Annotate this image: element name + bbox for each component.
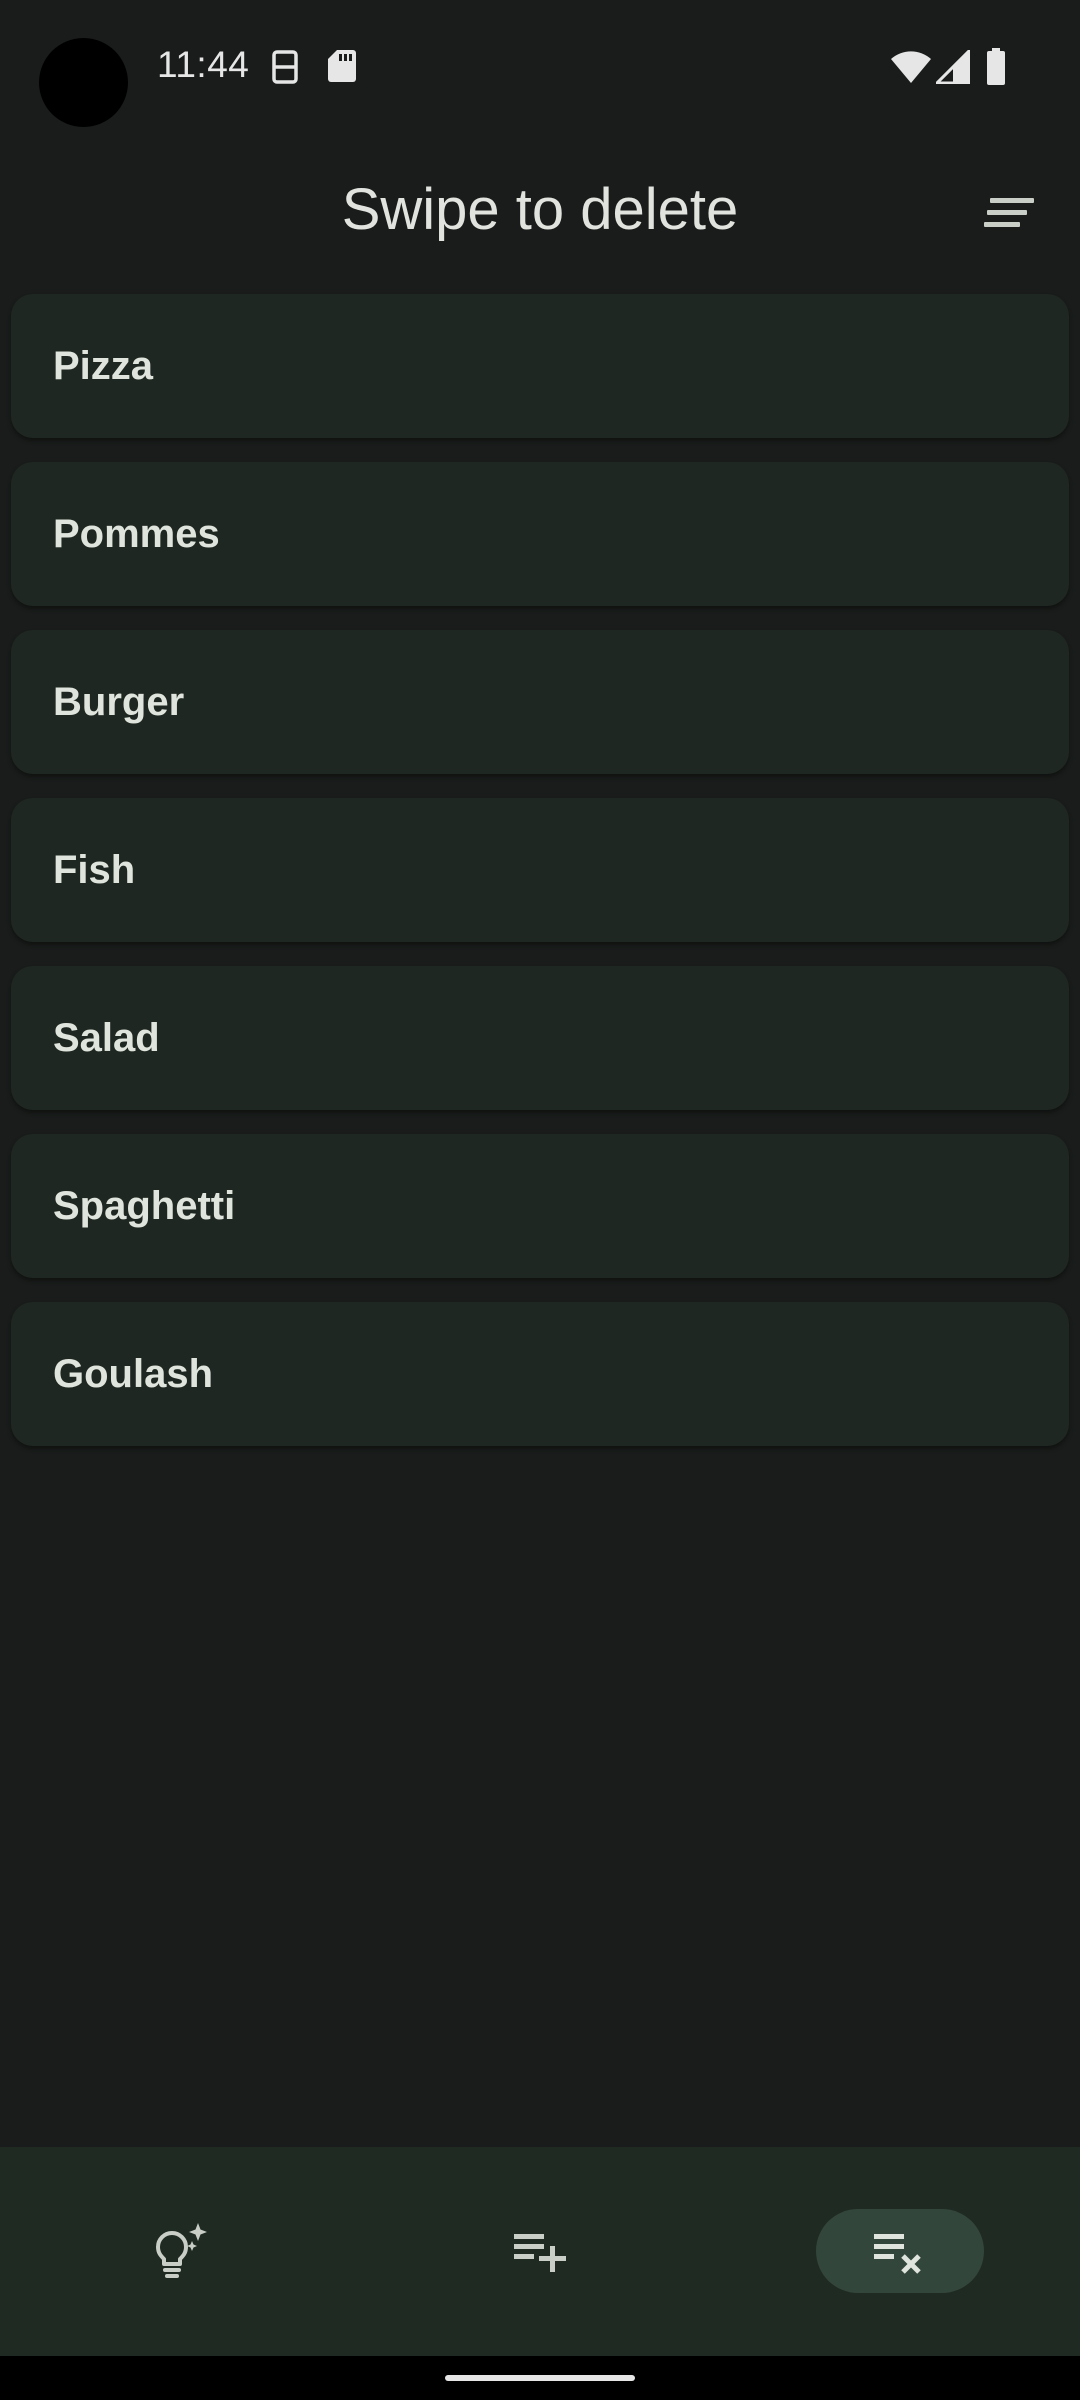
lightbulb-sparkle-icon [156, 2223, 207, 2278]
sd-card-icon [327, 48, 357, 89]
list-item-label: Pommes [53, 511, 220, 556]
home-gesture-handle[interactable] [445, 2375, 635, 2381]
list-item[interactable]: Pizza [11, 294, 1069, 438]
list-item[interactable]: Salad [11, 966, 1069, 1110]
list-item-label: Spaghetti [53, 1183, 236, 1228]
status-bar: 11:44 [0, 0, 1080, 130]
playlist-remove-icon [874, 2234, 921, 2274]
nav-item-delete[interactable] [816, 2209, 984, 2293]
status-time: 11:44 [157, 44, 250, 85]
food-list: Pizza Pommes Burger Fish Salad Spaghetti… [11, 294, 1069, 1470]
camera-cutout [39, 38, 128, 127]
list-item-label: Pizza [53, 343, 154, 388]
sort-icon [984, 198, 1034, 227]
list-item-label: Burger [53, 679, 185, 724]
playlist-add-icon [514, 2234, 566, 2272]
list-item[interactable]: Pommes [11, 462, 1069, 606]
wifi-icon [890, 50, 932, 89]
sort-button[interactable] [975, 178, 1045, 248]
list-item[interactable]: Spaghetti [11, 1134, 1069, 1278]
sim-manager-icon [270, 48, 300, 91]
top-app-bar: Swipe to delete [0, 150, 1080, 270]
list-item[interactable]: Goulash [11, 1302, 1069, 1446]
nav-item-add[interactable] [456, 2209, 624, 2293]
list-item[interactable]: Burger [11, 630, 1069, 774]
list-item-label: Fish [53, 847, 136, 892]
list-item-label: Goulash [53, 1351, 214, 1396]
page-title: Swipe to delete [341, 177, 739, 242]
cellular-signal-icon [933, 47, 971, 89]
gesture-bar [0, 2356, 1080, 2400]
battery-icon [986, 48, 1006, 91]
nav-item-ideas[interactable] [96, 2209, 264, 2293]
bottom-navigation [0, 2147, 1080, 2356]
list-item-label: Salad [53, 1015, 160, 1060]
list-item[interactable]: Fish [11, 798, 1069, 942]
